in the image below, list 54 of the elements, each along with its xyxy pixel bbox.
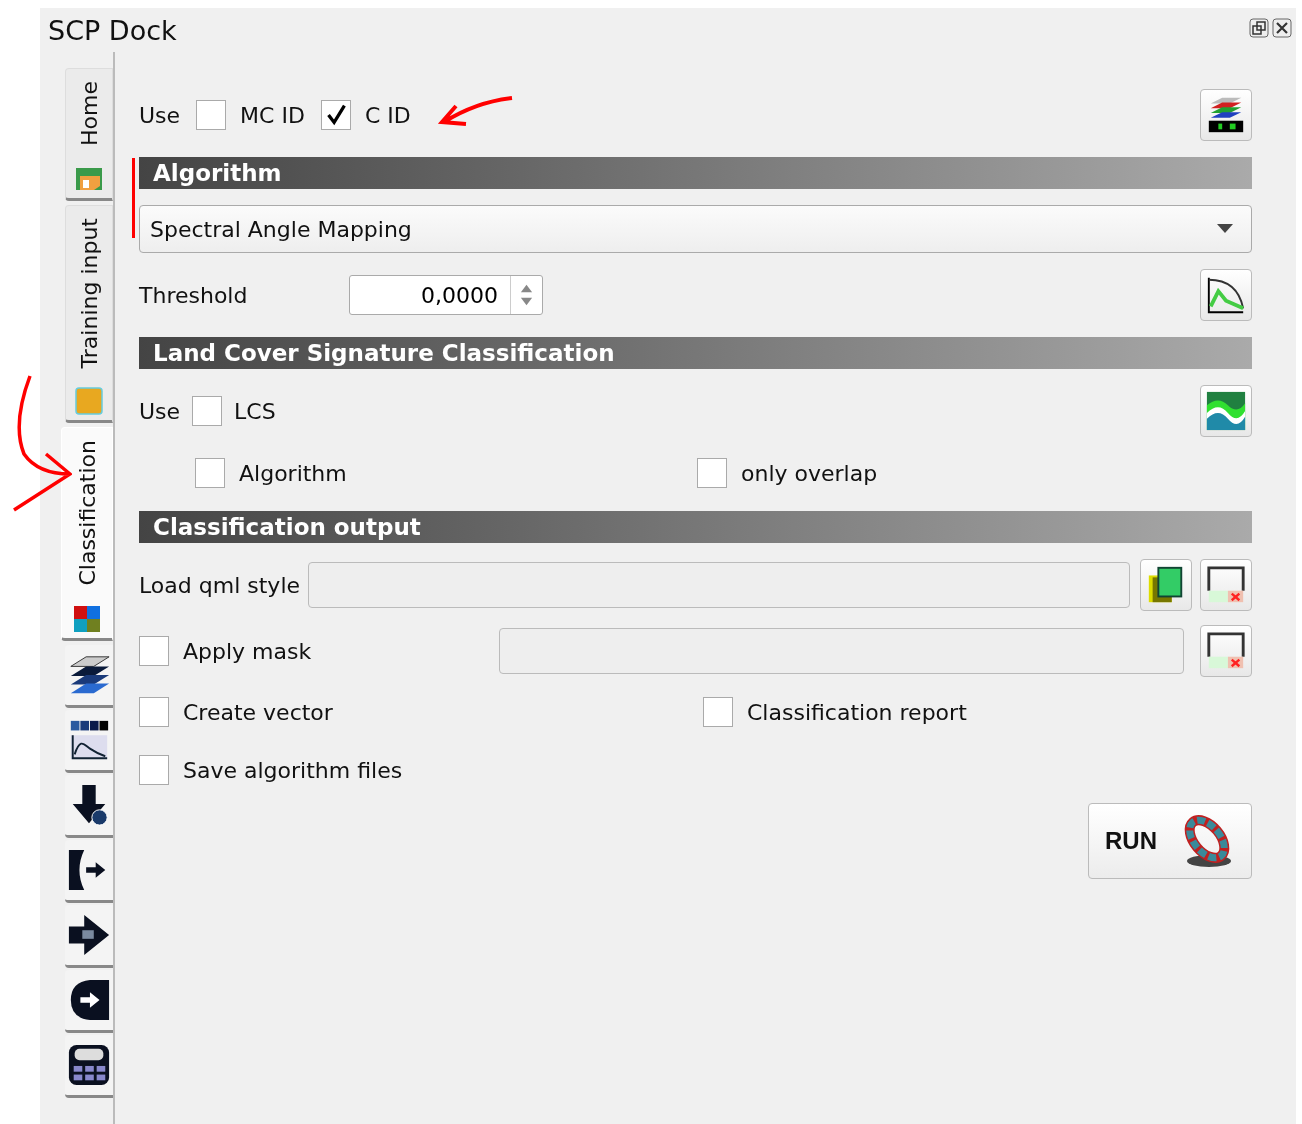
- checkbox[interactable]: [192, 396, 223, 426]
- band-set-button[interactable]: [1200, 89, 1252, 141]
- checkbox[interactable]: [196, 100, 227, 130]
- side-tab[interactable]: [65, 969, 113, 1033]
- side-tab[interactable]: Classification: [61, 427, 113, 641]
- checkbox[interactable]: [139, 697, 169, 727]
- side-tab[interactable]: [65, 839, 113, 903]
- checkbox-label: only overlap: [741, 460, 878, 486]
- checkbox[interactable]: [697, 458, 727, 488]
- side-tab[interactable]: Home: [65, 68, 113, 201]
- use-label: Use: [139, 398, 181, 424]
- caret-icon: [1217, 224, 1233, 234]
- reset-button[interactable]: [1200, 559, 1252, 611]
- section-header: Algorithm: [139, 157, 1252, 189]
- section-header: Classification output: [139, 511, 1252, 543]
- side-tab[interactable]: [65, 904, 113, 968]
- qml-style-field[interactable]: [308, 562, 1130, 608]
- float-icon[interactable]: [1249, 18, 1269, 38]
- checkbox-label: C ID: [364, 102, 411, 128]
- close-icon[interactable]: [1272, 18, 1292, 38]
- checkbox[interactable]: [195, 458, 225, 488]
- mask-field[interactable]: [499, 628, 1184, 674]
- mosaic-icon: [72, 603, 102, 634]
- open-file-button[interactable]: [1140, 559, 1192, 611]
- section-header: Land Cover Signature Classification: [139, 337, 1252, 369]
- checkbox-label: Algorithm: [239, 460, 347, 486]
- threshold-spinbox[interactable]: 0,0000: [349, 275, 543, 315]
- dock-title: SCP Dock: [48, 14, 178, 46]
- checkbox-label: Save algorithm files: [183, 757, 403, 783]
- square-icon: [74, 386, 104, 417]
- checkbox-label: Apply mask: [183, 638, 312, 664]
- side-tab[interactable]: [65, 774, 113, 838]
- checkbox-label: LCS: [234, 398, 276, 424]
- side-tab[interactable]: [65, 1034, 113, 1098]
- checkbox[interactable]: [139, 636, 169, 666]
- signature-plot-button[interactable]: [1200, 385, 1252, 437]
- checkbox[interactable]: [139, 755, 169, 785]
- checkbox-label: Create vector: [183, 699, 333, 725]
- use-label: Use: [139, 102, 181, 128]
- reset-button[interactable]: [1200, 625, 1252, 677]
- side-tab[interactable]: [65, 644, 113, 708]
- run-button[interactable]: RUN: [1088, 803, 1252, 879]
- side-tab[interactable]: [65, 709, 113, 773]
- checkbox[interactable]: [703, 697, 733, 727]
- arrow-icon: [67, 912, 111, 957]
- qml-style-label: Load qml style: [139, 572, 301, 598]
- calculator-icon: [67, 1042, 111, 1087]
- checkbox-label: Classification report: [747, 699, 967, 725]
- algorithm-dropdown[interactable]: Spectral Angle Mapping: [139, 205, 1252, 253]
- side-tab[interactable]: Training input: [65, 204, 113, 424]
- checkbox[interactable]: [320, 100, 351, 130]
- checkbox-label: MC ID: [240, 102, 305, 128]
- plot-button[interactable]: [1200, 269, 1252, 321]
- threshold-label: Threshold: [139, 282, 249, 308]
